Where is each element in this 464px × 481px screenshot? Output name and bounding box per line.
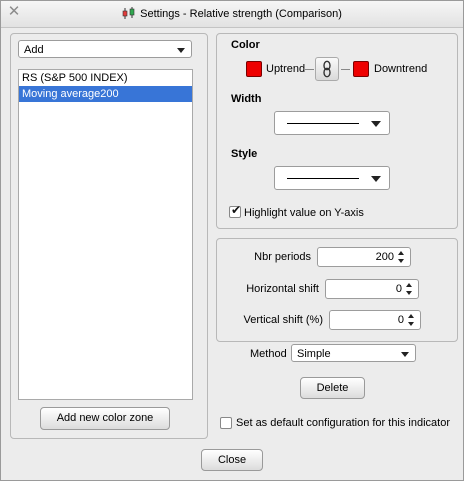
horizontal-shift-value: 0 bbox=[395, 283, 402, 295]
close-button[interactable]: Close bbox=[201, 449, 263, 471]
default-config-checkbox[interactable] bbox=[220, 417, 232, 429]
indicator-list[interactable]: RS (S&P 500 INDEX) Moving average200 bbox=[18, 69, 193, 400]
downtrend-color-swatch[interactable] bbox=[353, 61, 369, 77]
delete-label: Delete bbox=[316, 382, 349, 394]
chain-link-icon bbox=[323, 60, 331, 78]
method-select[interactable]: Simple bbox=[291, 344, 416, 362]
nbr-periods-stepper[interactable]: 200 bbox=[317, 247, 411, 267]
style-label: Style bbox=[231, 148, 258, 160]
method-select-value: Simple bbox=[297, 348, 331, 360]
settings-window: ✕ Settings - Relative strength (Comparis… bbox=[0, 0, 464, 481]
uptrend-color-swatch[interactable] bbox=[246, 61, 262, 77]
connector-line bbox=[305, 69, 314, 70]
uptrend-label: Uptrend bbox=[266, 63, 306, 75]
chevron-down-icon bbox=[371, 121, 381, 127]
vertical-shift-stepper[interactable]: 0 bbox=[329, 310, 421, 330]
line-width-sample bbox=[287, 123, 359, 124]
delete-button[interactable]: Delete bbox=[300, 377, 365, 399]
width-select[interactable] bbox=[274, 111, 390, 135]
close-label: Close bbox=[217, 454, 247, 466]
link-colors-button[interactable] bbox=[315, 57, 339, 81]
style-select[interactable] bbox=[274, 166, 390, 190]
method-label: Method bbox=[250, 348, 287, 360]
list-item[interactable]: RS (S&P 500 INDEX) bbox=[19, 70, 192, 86]
chevron-down-icon bbox=[371, 176, 381, 182]
nbr-periods-label: Nbr periods bbox=[254, 251, 311, 263]
chevron-down-icon bbox=[177, 48, 185, 53]
width-label: Width bbox=[231, 93, 262, 105]
stepper-arrows-icon[interactable] bbox=[408, 312, 416, 328]
downtrend-label: Downtrend bbox=[374, 63, 428, 75]
stepper-arrows-icon[interactable] bbox=[398, 249, 406, 265]
window-title-area: Settings - Relative strength (Comparison… bbox=[1, 7, 463, 23]
default-config-label: Set as default configuration for this in… bbox=[236, 417, 451, 429]
vertical-shift-label: Vertical shift (%) bbox=[243, 314, 323, 326]
nbr-periods-value: 200 bbox=[375, 251, 394, 263]
checkmark-icon: ✔ bbox=[231, 203, 242, 217]
connector-line bbox=[341, 69, 350, 70]
add-color-zone-button[interactable]: Add new color zone bbox=[40, 407, 170, 430]
window-title: Settings - Relative strength (Comparison… bbox=[140, 8, 342, 20]
candlestick-chart-icon bbox=[122, 7, 136, 23]
line-style-sample bbox=[287, 178, 359, 179]
stepper-arrows-icon[interactable] bbox=[406, 281, 414, 297]
color-label: Color bbox=[231, 39, 260, 51]
add-select-value: Add bbox=[24, 44, 44, 56]
highlight-label: Highlight value on Y-axis bbox=[244, 207, 364, 219]
vertical-shift-value: 0 bbox=[397, 314, 404, 326]
chevron-down-icon bbox=[401, 352, 409, 357]
title-bar: ✕ Settings - Relative strength (Comparis… bbox=[1, 1, 463, 28]
list-item[interactable]: Moving average200 bbox=[19, 86, 192, 102]
horizontal-shift-stepper[interactable]: 0 bbox=[325, 279, 419, 299]
highlight-checkbox[interactable]: ✔ bbox=[229, 203, 242, 218]
add-select[interactable]: Add bbox=[18, 40, 192, 58]
horizontal-shift-label: Horizontal shift bbox=[246, 283, 319, 295]
add-color-zone-label: Add new color zone bbox=[56, 412, 154, 424]
